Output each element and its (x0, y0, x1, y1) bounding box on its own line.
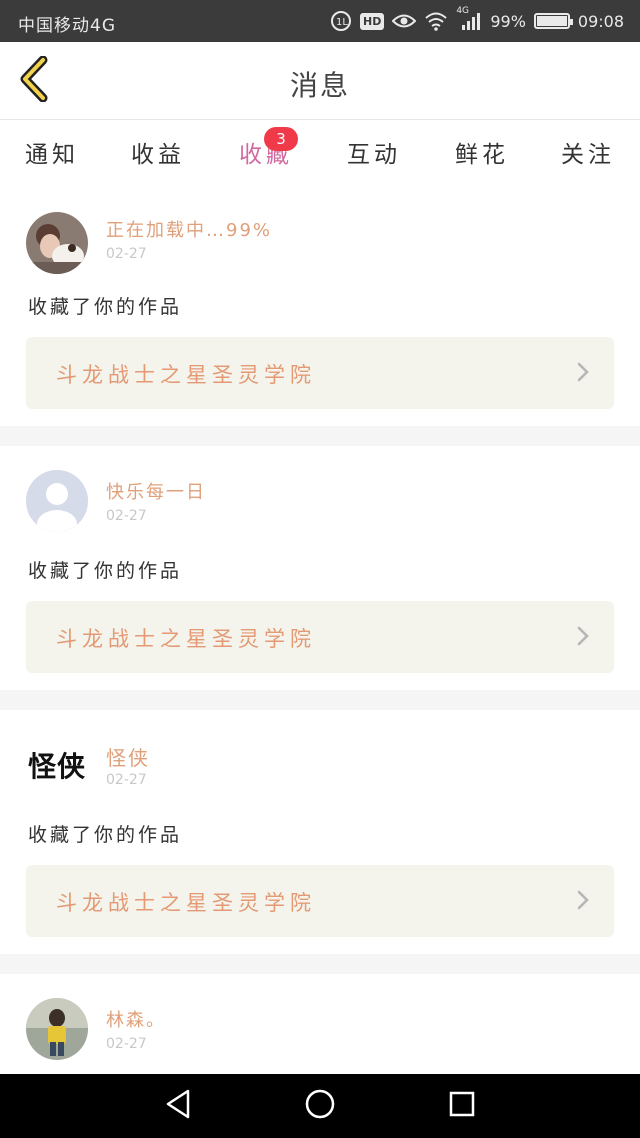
work-title: 斗龙战士之星圣灵学院 (56, 363, 316, 387)
username[interactable]: 怪侠 (106, 742, 150, 771)
app-header: 消息 (0, 42, 640, 120)
signal-icon: 4G (456, 6, 482, 32)
work-link[interactable]: 斗龙战士之星圣灵学院 (26, 601, 614, 673)
message-date: 02-27 (106, 246, 147, 262)
status-bar: 中国移动4G 1L HD 4G 99% 09:08 (0, 0, 640, 42)
chevron-right-icon (576, 361, 590, 387)
tab-earnings[interactable]: 收益 (108, 135, 208, 169)
message-card: 林森。 02-27 (0, 974, 640, 1074)
username[interactable]: 正在加载中…99% (106, 216, 272, 242)
square-recents-icon (448, 1090, 476, 1122)
message-card: 正在加载中…99% 02-27 收藏了你的作品 斗龙战士之星圣灵学院 (0, 182, 640, 426)
nav-recents-button[interactable] (440, 1088, 484, 1124)
page-title: 消息 (289, 69, 350, 102)
tab-label: 鲜花 (455, 142, 509, 168)
battery-icon (533, 13, 573, 29)
avatar[interactable] (26, 212, 88, 274)
username[interactable]: 林森。 (106, 1006, 166, 1032)
message-date: 02-27 (106, 772, 147, 788)
battery-percent: 99% (490, 11, 526, 31)
system-nav-bar (0, 1074, 640, 1138)
card-separator (0, 690, 640, 710)
work-title: 斗龙战士之星圣灵学院 (56, 627, 316, 651)
circle-home-icon (304, 1088, 336, 1124)
avatar[interactable] (26, 470, 88, 532)
tab-favorites[interactable]: 收藏 3 (216, 127, 316, 187)
nav-home-button[interactable] (298, 1088, 342, 1124)
message-date: 02-27 (106, 1036, 147, 1052)
action-text: 收藏了你的作品 (28, 560, 183, 582)
triangle-back-icon (163, 1088, 193, 1124)
tab-label: 通知 (25, 142, 79, 168)
carrier-label: 中国移动4G (18, 16, 116, 36)
eye-icon (392, 10, 417, 32)
action-text: 收藏了你的作品 (28, 296, 183, 318)
avatar-calligraphy: 怪侠 (27, 750, 86, 783)
message-card: 怪侠 怪侠 02-27 收藏了你的作品 斗龙战士之星圣灵学院 (0, 710, 640, 954)
tab-bar: 通知 收益 收藏 3 互动 鲜花 关注 (0, 121, 640, 187)
svg-text:1L: 1L (336, 17, 348, 28)
work-link[interactable]: 斗龙战士之星圣灵学院 (26, 337, 614, 409)
battery-fill (536, 16, 567, 26)
tab-follow[interactable]: 关注 (538, 135, 638, 169)
unread-badge: 3 (264, 127, 298, 151)
avatar[interactable] (26, 998, 88, 1060)
clock: 09:08 (577, 11, 624, 31)
volte-icon: 1L (330, 10, 352, 32)
hd-label: HD (359, 12, 385, 30)
chevron-right-icon (576, 889, 590, 915)
work-title: 斗龙战士之星圣灵学院 (56, 891, 316, 915)
tab-interaction[interactable]: 互动 (324, 135, 424, 169)
wifi-icon (424, 10, 448, 32)
avatar[interactable]: 怪侠 (26, 734, 88, 796)
card-separator (0, 426, 640, 446)
chevron-right-icon (576, 625, 590, 651)
tab-label: 互动 (347, 142, 401, 168)
tab-notice[interactable]: 通知 (2, 135, 102, 169)
hd-icon: HD (359, 10, 385, 32)
message-date: 02-27 (106, 508, 147, 524)
card-separator (0, 954, 640, 974)
tab-label: 收益 (131, 142, 185, 168)
network-type-label: 4G (456, 6, 470, 16)
action-text: 收藏了你的作品 (28, 824, 183, 846)
nav-back-button[interactable] (156, 1088, 200, 1124)
tab-label: 关注 (561, 142, 615, 168)
message-card: 快乐每一日 02-27 收藏了你的作品 斗龙战士之星圣灵学院 (0, 446, 640, 690)
username[interactable]: 快乐每一日 (106, 478, 206, 504)
tab-flowers[interactable]: 鲜花 (432, 135, 532, 169)
work-link[interactable]: 斗龙战士之星圣灵学院 (26, 865, 614, 937)
